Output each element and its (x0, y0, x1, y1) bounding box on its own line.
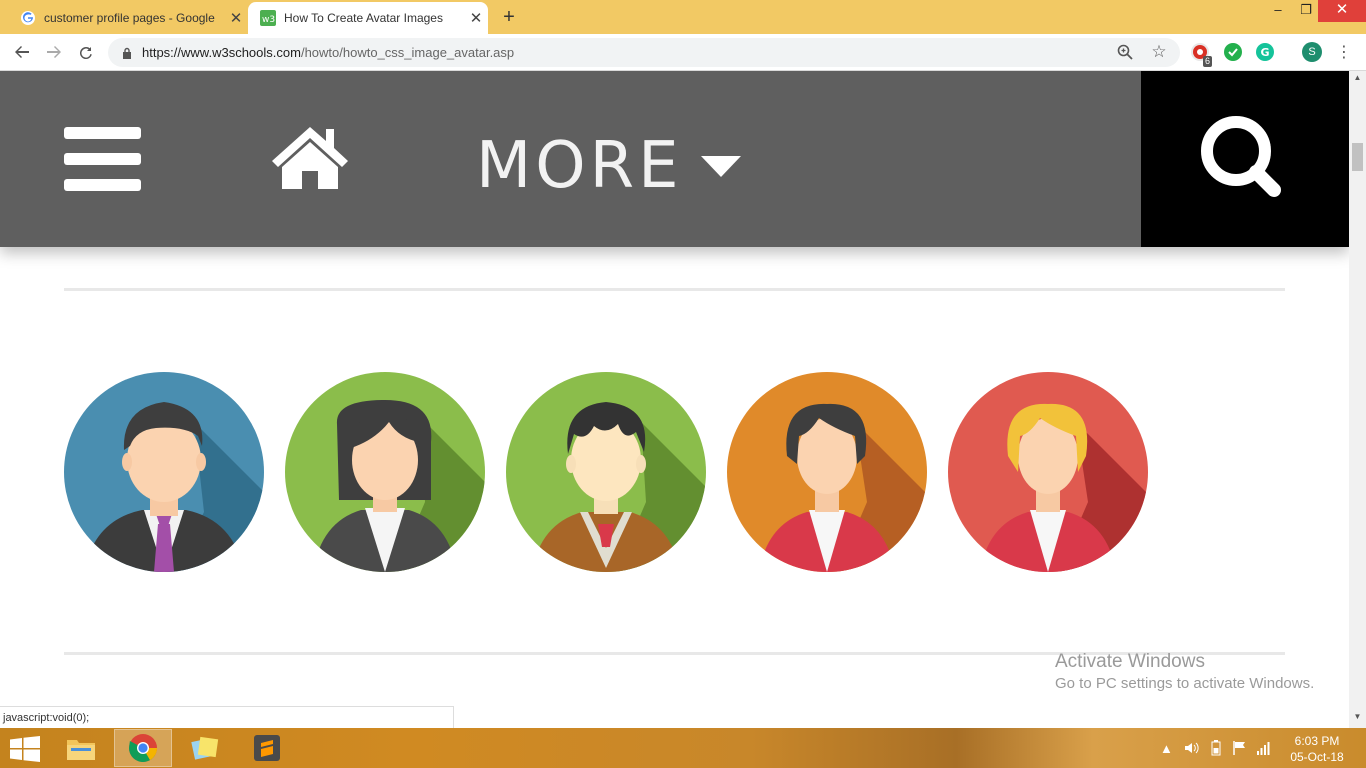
avatar-female-orange (727, 372, 927, 572)
volume-icon[interactable] (1183, 728, 1199, 768)
chrome-icon[interactable] (114, 729, 172, 767)
checkmark-extension-icon[interactable] (1224, 43, 1242, 61)
tab-title: How To Create Avatar Images (284, 11, 443, 25)
status-bar-url: javascript:void(0); (0, 706, 454, 728)
forward-arrow-icon[interactable] (42, 40, 66, 64)
browser-toolbar: https://www.w3schools.com/howto/howto_cs… (0, 34, 1366, 71)
system-clock[interactable]: 6:03 PM 05-Oct-18 (1286, 733, 1348, 765)
avatar-female-red (948, 372, 1148, 572)
windows-start-icon[interactable] (10, 736, 40, 762)
sticky-notes-icon[interactable] (176, 729, 234, 767)
avatar-male-green (506, 372, 706, 572)
windows-taskbar: ▲ 6:03 PM 05-Oct-18 (0, 728, 1366, 768)
tab-google-search[interactable]: customer profile pages - Google ✕ (8, 2, 248, 34)
google-g-icon (20, 10, 36, 26)
network-signal-icon[interactable] (1256, 728, 1272, 768)
tab-close-icon[interactable]: ✕ (464, 9, 488, 27)
w3schools-icon: w3 (260, 10, 276, 26)
avatar-male-blue (64, 372, 264, 572)
menu-kebab-icon[interactable]: ⋮ (1336, 42, 1352, 62)
bookmark-star-icon[interactable]: ☆ (1149, 42, 1169, 62)
back-arrow-icon[interactable] (10, 40, 34, 64)
divider-top (64, 288, 1285, 291)
home-icon[interactable] (268, 123, 352, 193)
close-window-button[interactable]: ✕ (1318, 0, 1366, 22)
more-menu-button[interactable]: MORE (476, 129, 683, 203)
clock-date: 05-Oct-18 (1290, 750, 1344, 764)
scroll-thumb[interactable] (1352, 143, 1363, 171)
profile-avatar[interactable]: S (1302, 42, 1322, 62)
reload-icon[interactable] (74, 40, 98, 64)
new-tab-button[interactable]: + (496, 5, 522, 29)
lock-icon (122, 47, 134, 59)
zoom-icon[interactable] (1115, 42, 1135, 62)
sublime-text-icon[interactable] (238, 729, 296, 767)
top-navigation-bar: MORE (0, 71, 1349, 247)
page-viewport: MORE Activate Windows Go to PC settings … (0, 71, 1349, 728)
activate-windows-watermark: Activate Windows Go to PC settings to ac… (1055, 651, 1314, 692)
tab-w3schools-avatar[interactable]: w3 How To Create Avatar Images ✕ (248, 2, 488, 34)
tab-close-icon[interactable]: ✕ (224, 9, 248, 27)
clock-time: 6:03 PM (1294, 734, 1340, 748)
battery-icon[interactable] (1211, 728, 1221, 768)
avatar-female-green (285, 372, 485, 572)
show-hidden-icons-icon[interactable]: ▲ (1160, 728, 1173, 768)
extension-badge: 6 (1203, 56, 1213, 67)
action-center-flag-icon[interactable] (1232, 728, 1248, 768)
file-explorer-icon[interactable] (52, 729, 110, 767)
grammarly-icon[interactable]: G (1256, 43, 1274, 61)
vertical-scrollbar[interactable]: ▲ ▼ (1349, 71, 1366, 728)
hamburger-menu-icon[interactable] (64, 127, 141, 191)
search-icon (1201, 116, 1281, 197)
svg-text:w3: w3 (262, 15, 275, 25)
address-bar[interactable]: https://www.w3schools.com/howto/howto_cs… (108, 38, 1180, 67)
svg-text:G: G (1261, 46, 1270, 59)
search-button[interactable] (1141, 71, 1349, 247)
scroll-down-arrow-icon[interactable]: ▼ (1349, 712, 1366, 726)
watermark-title: Activate Windows (1055, 651, 1205, 672)
tab-title: customer profile pages - Google (44, 11, 215, 25)
watermark-subtitle: Go to PC settings to activate Windows. (1055, 675, 1315, 692)
caret-down-icon[interactable] (701, 156, 741, 177)
url-path: /howto/howto_css_image_avatar.asp (300, 45, 515, 60)
url-host: https://www.w3schools.com (142, 45, 301, 60)
scroll-up-arrow-icon[interactable]: ▲ (1349, 73, 1366, 87)
browser-tab-strip: customer profile pages - Google ✕ w3 How… (0, 0, 1366, 34)
